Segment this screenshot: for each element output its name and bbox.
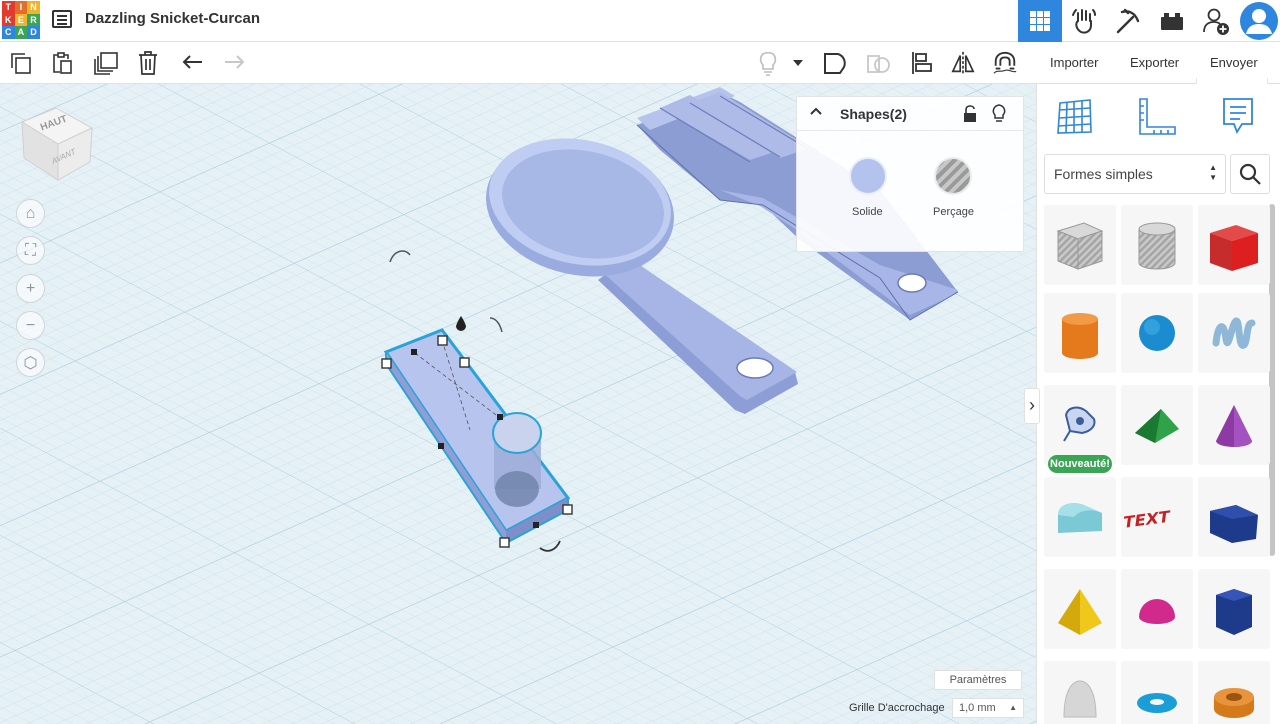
shape-tile-polygon[interactable] — [1198, 569, 1270, 649]
shape-tile-shape-generator[interactable] — [1044, 385, 1116, 465]
panel-collapse-icon[interactable]: › — [1024, 388, 1040, 424]
bricks-icon[interactable] — [1150, 0, 1194, 42]
import-button[interactable]: Importer — [1042, 52, 1106, 76]
search-button[interactable] — [1230, 154, 1270, 194]
light-bulb-icon[interactable] — [755, 50, 781, 76]
group-icon[interactable] — [822, 50, 848, 76]
shape-tile-wedge[interactable] — [1198, 477, 1270, 557]
logo-letter-r: R — [27, 13, 40, 27]
shape-tile-cylinder[interactable] — [1044, 293, 1116, 373]
resize-handle[interactable] — [562, 504, 573, 515]
shape-tile-round-roof[interactable] — [1044, 477, 1116, 557]
shape-tile-tube[interactable] — [1198, 661, 1270, 724]
duplicate-icon[interactable] — [93, 50, 119, 76]
send-to-button[interactable]: Envoyer — [1202, 52, 1266, 76]
snap-grid-value: 1,0 mm — [959, 702, 996, 714]
home-view-icon[interactable]: ⌂ — [16, 199, 45, 228]
logo-letter-t: T — [2, 1, 15, 14]
shape-category-value: Formes simples — [1054, 166, 1153, 182]
search-icon — [1239, 163, 1261, 185]
design-list-icon[interactable] — [52, 10, 72, 28]
shape-category-select[interactable]: Formes simples ▲ ▼ — [1044, 154, 1226, 194]
inspector-header: Shapes(2) — [797, 97, 1023, 131]
ruler-icon[interactable] — [1137, 97, 1177, 142]
logo-letter-n: N — [27, 1, 40, 14]
mirror-icon[interactable] — [950, 50, 976, 76]
shape-tile-torus[interactable] — [1121, 661, 1193, 724]
user-avatar-icon[interactable] — [1238, 0, 1280, 42]
shape-tile-text[interactable]: TEXT — [1121, 477, 1193, 557]
new-badge: Nouveauté! — [1048, 455, 1112, 473]
shape-tile-scribble[interactable] — [1198, 293, 1270, 373]
shape-tile-half-sphere[interactable] — [1121, 569, 1193, 649]
redo-icon[interactable] — [221, 50, 247, 76]
design-title[interactable]: Dazzling Snicket-Curcan — [85, 10, 260, 27]
shape-tile-paraboloid[interactable] — [1044, 661, 1116, 724]
light-bulb-icon[interactable] — [991, 103, 1007, 128]
header: T I N K E R C A D Dazzling Snicket-Curca… — [0, 0, 1280, 42]
resize-handle[interactable] — [499, 537, 510, 548]
shape-tile-roof[interactable] — [1121, 385, 1193, 465]
collapse-chevron-icon[interactable] — [809, 104, 823, 123]
fit-view-icon[interactable]: ⛶ — [16, 236, 45, 265]
toolbar: Importer Exporter Envoyer — [0, 42, 1280, 84]
select-arrows-icon: ▲ ▼ — [1209, 163, 1217, 182]
workplane-icon[interactable] — [1056, 97, 1094, 140]
top-icon-bar — [1018, 0, 1280, 42]
logo-letter-c: C — [2, 26, 15, 39]
zoom-out-icon[interactable]: − — [16, 311, 45, 340]
caret-down-icon[interactable] — [788, 50, 808, 76]
undo-icon[interactable] — [180, 50, 206, 76]
add-user-icon[interactable] — [1194, 0, 1238, 42]
resize-handle[interactable] — [381, 358, 392, 369]
snap-grid-select[interactable]: 1,0 mm ▲ — [952, 698, 1024, 718]
hole-label[interactable]: Perçage — [933, 206, 974, 218]
logo-letter-i: I — [14, 1, 28, 14]
magnet-icon[interactable] — [992, 50, 1018, 76]
svg-text:TEXT: TEXT — [1122, 507, 1172, 532]
hand-gesture-icon[interactable] — [1062, 0, 1106, 42]
align-icon[interactable] — [909, 50, 935, 76]
copy-icon[interactable] — [8, 50, 34, 76]
ungroup-icon[interactable] — [865, 50, 891, 76]
view-cube[interactable]: HAUT AVANT — [18, 100, 94, 182]
export-button[interactable]: Exporter — [1122, 52, 1187, 76]
solid-swatch[interactable] — [849, 157, 887, 195]
grid-view-icon[interactable] — [1018, 0, 1062, 42]
perspective-toggle-icon[interactable]: ⬡ — [16, 348, 45, 377]
logo-letter-a: A — [14, 26, 28, 39]
logo-letter-d: D — [27, 26, 40, 39]
shape-tile-pyramid[interactable] — [1044, 569, 1116, 649]
solid-label[interactable]: Solide — [852, 206, 883, 218]
paste-icon[interactable] — [49, 50, 75, 76]
snap-grid-label: Grille D'accrochage — [849, 702, 945, 714]
resize-handle[interactable] — [459, 357, 470, 368]
hole-swatch[interactable] — [934, 157, 972, 195]
lock-icon[interactable] — [963, 105, 977, 128]
notes-icon[interactable] — [1220, 96, 1256, 143]
shape-tile-box-hole[interactable] — [1044, 205, 1116, 285]
tinkercad-logo[interactable]: T I N K E R C A D — [2, 1, 40, 39]
delete-icon[interactable] — [135, 50, 161, 76]
shape-tile-box[interactable] — [1198, 205, 1270, 285]
zoom-in-icon[interactable]: + — [16, 274, 45, 303]
shape-tile-cone[interactable] — [1198, 385, 1270, 465]
caret-up-icon: ▲ — [1009, 703, 1017, 712]
inspector-title: Shapes(2) — [840, 106, 907, 122]
shape-tile-cylinder-hole[interactable] — [1121, 205, 1193, 285]
shape-tile-sphere[interactable] — [1121, 293, 1193, 373]
logo-letter-k: K — [2, 13, 15, 27]
logo-letter-e: E — [14, 13, 28, 27]
pickaxe-icon[interactable] — [1106, 0, 1150, 42]
settings-button[interactable]: Paramètres — [934, 670, 1022, 690]
resize-handle[interactable] — [437, 335, 448, 346]
shape-inspector: Shapes(2) Solide Perçage — [796, 96, 1024, 252]
